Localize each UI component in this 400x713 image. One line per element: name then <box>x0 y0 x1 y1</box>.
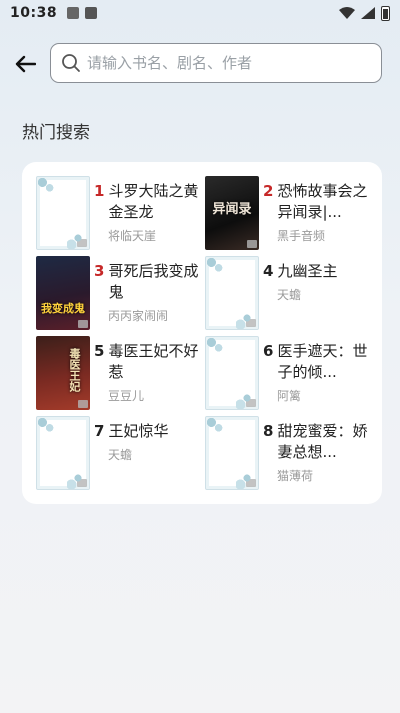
book-rank: 1 <box>94 182 105 200</box>
book-author: 将临天崖 <box>108 229 157 243</box>
hot-search-card: 1 斗罗大陆之黄金圣龙 将临天崖 异闻录 2 恐怖故事会之异闻录|... 黑手音频 … <box>22 162 382 504</box>
book-rank: 6 <box>263 342 274 360</box>
system-icons <box>339 5 390 21</box>
audio-badge-icon <box>77 239 87 247</box>
audio-badge-icon <box>78 400 88 408</box>
audio-badge-icon <box>77 479 87 487</box>
back-button[interactable] <box>10 50 40 78</box>
book-rank: 5 <box>94 342 105 360</box>
book-cover <box>36 176 90 250</box>
wifi-icon <box>339 7 355 19</box>
hot-book-item[interactable]: 4 九幽圣主 天蟾 <box>205 256 374 330</box>
book-cover <box>205 256 259 330</box>
status-bar: 10:38 <box>0 0 400 26</box>
book-title: 医手遮天：世子的倾... <box>277 342 368 381</box>
hot-book-item[interactable]: 异闻录 2 恐怖故事会之异闻录|... 黑手音频 <box>205 176 374 250</box>
status-time: 10:38 <box>10 5 58 21</box>
book-title: 九幽圣主 <box>277 262 338 280</box>
book-title: 恐怖故事会之异闻录|... <box>277 182 368 221</box>
cover-text: 毒医王妃 <box>68 348 81 392</box>
hot-book-item[interactable]: 毒医王妃 5 毒医王妃不好惹 豆豆儿 <box>36 336 205 410</box>
book-author: 豆豆儿 <box>108 389 145 403</box>
search-box[interactable] <box>50 43 382 83</box>
book-title: 王妃惊华 <box>108 422 169 440</box>
hot-search-title: 热门搜索 <box>22 123 90 143</box>
book-author: 丙丙家闹闹 <box>108 309 169 323</box>
hot-book-grid: 1 斗罗大陆之黄金圣龙 将临天崖 异闻录 2 恐怖故事会之异闻录|... 黑手音频 … <box>36 176 382 490</box>
book-rank: 8 <box>263 422 274 440</box>
book-rank: 7 <box>94 422 105 440</box>
book-cover <box>205 336 259 410</box>
book-cover <box>36 416 90 490</box>
battery-icon <box>381 5 390 21</box>
book-title: 斗罗大陆之黄金圣龙 <box>108 182 199 221</box>
hot-book-item[interactable]: 6 医手遮天：世子的倾... 阿篱 <box>205 336 374 410</box>
hot-book-item[interactable]: 1 斗罗大陆之黄金圣龙 将临天崖 <box>36 176 205 250</box>
book-author: 天蟾 <box>277 288 302 302</box>
book-author: 天蟾 <box>108 448 133 462</box>
hot-book-item[interactable]: 8 甜宠蜜爱：娇妻总想... 猫薄荷 <box>205 416 374 490</box>
gallery-notification-icon <box>67 7 80 19</box>
audio-badge-icon <box>78 320 88 328</box>
hot-book-item[interactable]: 我变成鬼 3 哥死后我变成鬼 丙丙家闹闹 <box>36 256 205 330</box>
book-rank: 2 <box>263 182 274 200</box>
book-cover: 毒医王妃 <box>36 336 90 410</box>
arrow-left-icon <box>15 55 36 73</box>
app-notification-icon <box>85 7 98 19</box>
audio-badge-icon <box>247 240 257 248</box>
book-title: 毒医王妃不好惹 <box>108 342 199 381</box>
audio-badge-icon <box>246 479 256 487</box>
signal-icon <box>361 7 375 19</box>
audio-badge-icon <box>246 319 256 327</box>
book-rank: 4 <box>263 262 274 280</box>
book-author: 黑手音频 <box>277 229 326 243</box>
hot-book-item[interactable]: 7 王妃惊华 天蟾 <box>36 416 205 490</box>
cover-text: 我变成鬼 <box>41 302 85 315</box>
search-header <box>0 42 400 86</box>
notification-icons <box>67 7 98 19</box>
book-cover: 异闻录 <box>205 176 259 250</box>
cover-text: 异闻录 <box>212 202 252 217</box>
book-rank: 3 <box>94 262 105 280</box>
book-author: 阿篱 <box>277 389 302 403</box>
book-title: 哥死后我变成鬼 <box>108 262 199 301</box>
book-cover: 我变成鬼 <box>36 256 90 330</box>
search-input[interactable] <box>87 54 381 72</box>
book-title: 甜宠蜜爱：娇妻总想... <box>277 422 368 461</box>
search-icon <box>62 54 80 72</box>
book-author: 猫薄荷 <box>277 469 314 483</box>
book-cover <box>205 416 259 490</box>
audio-badge-icon <box>246 399 256 407</box>
